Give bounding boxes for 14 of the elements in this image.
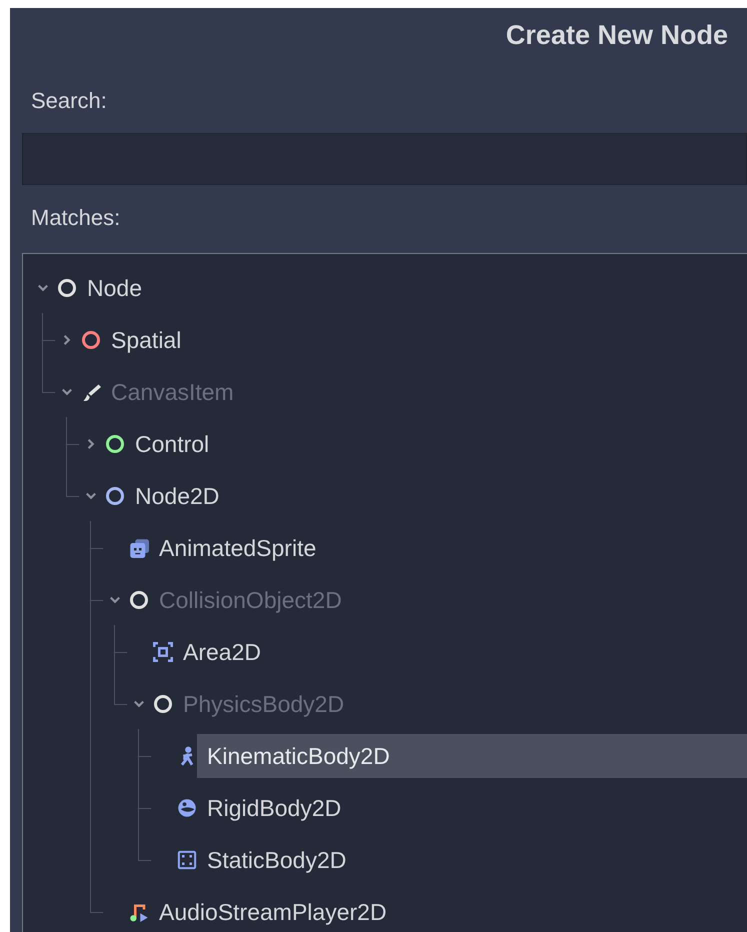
area-icon [153, 642, 173, 662]
matches-label: Matches: [30, 204, 122, 232]
search-field[interactable] [22, 133, 747, 185]
music-note-icon [129, 902, 149, 922]
tree-item[interactable]: Node [77, 266, 747, 310]
tree-item[interactable]: Spatial [101, 318, 747, 362]
collapse-caret-icon[interactable] [37, 282, 49, 294]
search-label: Search: [30, 87, 108, 115]
expand-caret-icon[interactable] [61, 334, 73, 346]
square-frame-icon [177, 850, 197, 870]
dialog-title: Create New Node [504, 19, 729, 52]
brush-icon [81, 382, 101, 402]
sprite-icon [129, 538, 149, 558]
globe-icon [177, 798, 197, 818]
